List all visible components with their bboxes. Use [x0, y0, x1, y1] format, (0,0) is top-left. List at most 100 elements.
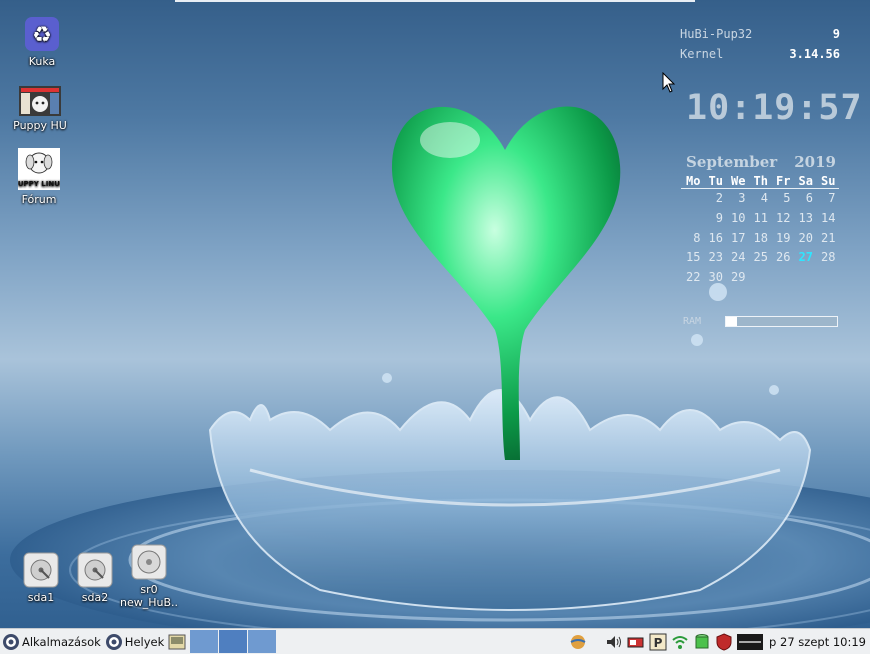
drive-sublabel: new_HuB.. — [119, 596, 179, 609]
distro-row: HuBi-Pup32 9 — [680, 24, 840, 44]
cpu-monitor-icon[interactable] — [737, 633, 764, 651]
taskbar: Alkalmazások Helyek P p 27 szept 10:19 — [0, 628, 870, 654]
calendar-weekday: Su — [821, 174, 836, 188]
pup-p-icon[interactable]: P — [649, 633, 667, 651]
svg-text:♻: ♻ — [32, 23, 52, 48]
calendar-day: 28 — [821, 250, 836, 265]
show-desktop-icon — [168, 634, 186, 649]
hard-drive-icon — [23, 552, 59, 588]
puppy-hu-icon — [19, 86, 61, 116]
volume-icon[interactable] — [605, 633, 623, 651]
calendar-weekday: Tu — [708, 174, 723, 188]
storage-icon[interactable] — [693, 633, 711, 651]
calendar-day: 18 — [753, 230, 768, 245]
calendar-day: 23 — [708, 250, 723, 265]
calendar-month: September — [686, 153, 778, 171]
applications-menu-button[interactable]: Alkalmazások — [0, 630, 103, 653]
calendar-weekday: We — [731, 174, 746, 188]
drive-icon-sr0[interactable]: sr0 new_HuB.. — [114, 544, 184, 609]
calendar-weekday: Sa — [798, 174, 813, 188]
calendar-weekday: Th — [753, 174, 768, 188]
calendar-week: 9 10 11 12 13 14 — [681, 209, 839, 229]
calendar-weekday-header: Mo Tu We Th Fr Sa Su — [681, 174, 839, 189]
mouse-cursor-icon — [662, 72, 676, 93]
kernel-label: Kernel — [680, 47, 724, 61]
calendar-day: 21 — [821, 230, 836, 245]
calendar-day: 24 — [731, 250, 746, 265]
top-strip — [175, 0, 695, 2]
taskbar-clock[interactable]: p 27 szept 10:19 — [765, 635, 870, 649]
desktop-icon-trash[interactable]: ♻ Kuka — [7, 16, 77, 68]
ram-usage-bar — [725, 316, 838, 327]
calendar-day: 29 — [731, 270, 746, 285]
distro-label: HuBi-Pup32 — [680, 27, 753, 41]
calendar-week: 2 34 56 7 — [681, 189, 839, 209]
calendar-weekday: Mo — [686, 174, 701, 188]
globe-icon[interactable] — [569, 633, 587, 651]
calendar-day: 2 — [715, 191, 723, 205]
conky-system-info: HuBi-Pup32 9 Kernel 3.14.56 — [680, 24, 840, 64]
calendar-day: 4 — [760, 191, 768, 205]
workspace-3[interactable] — [248, 630, 277, 653]
calendar-day: 14 — [821, 210, 836, 225]
kernel-value: 3.14.56 — [789, 47, 840, 61]
workspace-1[interactable] — [190, 630, 219, 653]
calendar-day: 10 — [731, 210, 746, 225]
calendar-day: 5 — [783, 191, 791, 205]
calendar-day: 12 — [776, 210, 791, 225]
puppy-linux-logo-icon: PUPPY LINUX — [18, 148, 60, 190]
calendar-grid: Mo Tu We Th Fr Sa Su 2 3 4 5 6 7 9 10 11 12 13 14 8 16 17 18 19… — [681, 174, 839, 288]
system-tray: P — [567, 630, 765, 653]
calendar-week: 22 30 29 — [681, 268, 839, 288]
calendar-day: 30 — [708, 270, 723, 285]
calendar-day — [681, 189, 704, 209]
calendar-day: 11 — [753, 210, 768, 225]
calendar-day — [681, 209, 704, 229]
applications-menu-label: Alkalmazások — [22, 634, 101, 649]
calendar-day: 7 — [828, 191, 836, 205]
calendar-day: 27 — [798, 250, 813, 265]
calendar-day: 17 — [731, 230, 746, 245]
firewall-shield-icon[interactable] — [715, 632, 733, 651]
calendar-day: 16 — [708, 230, 723, 245]
show-desktop-button[interactable] — [166, 630, 190, 653]
calendar-day — [794, 268, 817, 288]
calendar-day: 26 — [776, 250, 791, 265]
calendar-day: 8 — [693, 230, 701, 245]
calendar-day — [771, 268, 794, 288]
calendar-day — [816, 268, 839, 288]
places-menu-button[interactable]: Helyek — [103, 630, 166, 653]
desktop-clock: 10:19:57 — [686, 88, 863, 128]
calendar-weekday: Fr — [776, 174, 791, 188]
calendar-day: 15 — [686, 250, 701, 265]
calendar-year: 2019 — [794, 153, 836, 171]
distro-value: 9 — [832, 27, 840, 41]
desktop-icon-puppy-hu[interactable]: Puppy HU — [5, 86, 75, 132]
places-menu-label: Helyek — [124, 634, 165, 649]
battery-icon[interactable] — [627, 633, 645, 651]
calendar-week: 15 23 24 25 26 27 28 — [681, 248, 839, 268]
workspace-2[interactable] — [219, 630, 248, 653]
ram-usage-fill — [726, 317, 738, 326]
calendar-day: 13 — [798, 210, 813, 225]
calendar-day: 19 — [776, 230, 791, 245]
puppy-places-icon — [105, 633, 122, 650]
wifi-icon[interactable] — [671, 633, 689, 651]
svg-text:P: P — [654, 636, 663, 650]
hard-drive-icon — [77, 552, 113, 588]
kernel-row: Kernel 3.14.56 — [680, 44, 840, 64]
ram-label: RAM — [683, 316, 702, 327]
desktop-icon-forum[interactable]: PUPPY LINUX Fórum — [4, 148, 74, 206]
calendar-day: 25 — [753, 250, 768, 265]
optical-disc-icon — [131, 544, 167, 580]
drive-label: sr0 — [140, 583, 158, 596]
desktop-icon-label: Fórum — [21, 193, 57, 206]
forum-logo-text: PUPPY LINUX — [18, 180, 60, 188]
desktop-icon-label: Kuka — [28, 55, 56, 68]
calendar-day: 20 — [798, 230, 813, 245]
puppy-menu-icon — [3, 633, 19, 650]
calendar-title: September 2019 — [686, 153, 836, 171]
calendar-day — [749, 268, 772, 288]
calendar-day: 22 — [686, 270, 701, 285]
recycle-icon: ♻ — [25, 17, 59, 51]
